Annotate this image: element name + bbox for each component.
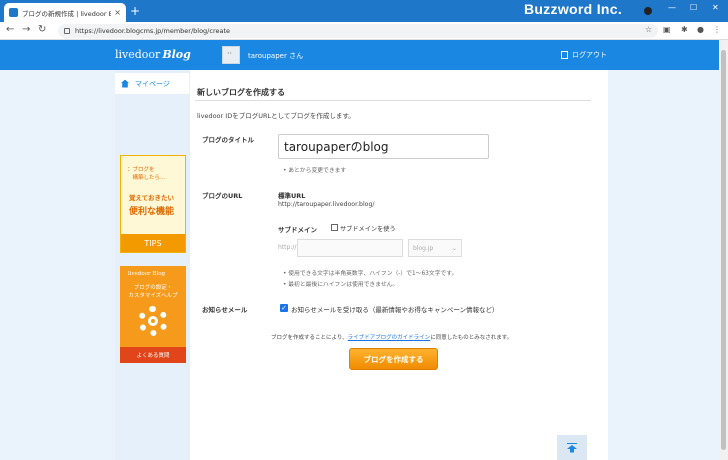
domain-select[interactable]: blog.jp ⌄	[408, 239, 462, 257]
logout-link[interactable]: ログアウト	[561, 50, 607, 60]
subdomain-label: サブドメイン	[278, 226, 317, 234]
blog-title-input[interactable]	[278, 134, 489, 159]
blog-url-label: ブログのURL	[202, 192, 243, 200]
logout-icon	[561, 51, 568, 59]
scroll-to-top-button[interactable]	[557, 435, 587, 460]
main-content	[190, 70, 608, 460]
close-window-button[interactable]: ✕	[712, 3, 719, 12]
browser-titlebar: ブログの新規作成 | livedoor Blog × + Buzzword In…	[0, 0, 728, 22]
home-icon	[121, 79, 129, 88]
extensions-icon[interactable]: ✱	[681, 25, 688, 34]
notify-checkbox-label[interactable]: お知らせメールを受け取る（最新情報やお得なキャンペーン情報など）	[291, 304, 499, 314]
tips-footer: TIPS	[121, 234, 185, 252]
maximize-button[interactable]: ☐	[690, 3, 697, 12]
new-tab-button[interactable]: +	[130, 4, 140, 18]
blog-title-label: ブログのタイトル	[202, 136, 254, 144]
browser-toolbar: ← → ↻ https://livedoor.blogcms.jp/member…	[0, 22, 728, 40]
domain-select-value: blog.jp	[413, 244, 434, 252]
profile-avatar-icon[interactable]: ●	[697, 25, 704, 34]
http-prefix: http://	[278, 244, 297, 251]
standard-url-label: 標準URL	[278, 192, 306, 200]
chevron-down-icon: ⌄	[451, 244, 457, 252]
blog-title-note: • あとから変更できます	[283, 168, 347, 174]
consent-suffix: に同意したものとみなされます。	[430, 335, 513, 341]
sidebar-item-mypage[interactable]: マイページ	[115, 73, 190, 94]
help-text: ブログの設定・ カスタマイズヘルプ	[128, 285, 178, 299]
subdomain-note-2: • 最初と最後にハイフンは使用できません。	[283, 282, 399, 288]
guideline-link[interactable]: ライブドアブログのガイドライン	[348, 335, 431, 341]
help-footer: よくある質問	[120, 347, 186, 363]
divider	[195, 100, 591, 101]
minimize-button[interactable]: —	[668, 3, 676, 12]
standard-url: http://taroupaper.livedoor.blog/	[278, 201, 375, 208]
screenshot-icon[interactable]: ▣	[663, 25, 671, 34]
username[interactable]: taroupaper さん	[248, 51, 303, 61]
browser-tab[interactable]: ブログの新規作成 | livedoor Blog ×	[4, 3, 126, 22]
address-bar[interactable]: https://livedoor.blogcms.jp/member/blog/…	[58, 24, 658, 38]
subdomain-note-1: • 使用できる文字は半角英数字、ハイフン（-）で1〜63文字です。	[283, 271, 458, 277]
back-icon[interactable]: ←	[6, 24, 14, 35]
tips-banner[interactable]: ：ブログを 構築したら… 覚えておきたい 便利な機能 TIPS	[120, 155, 186, 253]
tips-text-2: 覚えておきたい	[129, 194, 174, 202]
watermark: Buzzword Inc.	[524, 1, 623, 17]
close-tab-icon[interactable]: ×	[114, 8, 121, 17]
subdomain-checkbox-label[interactable]: サブドメインを使う	[340, 224, 396, 233]
help-logo: livedoor Blog	[128, 271, 166, 277]
arrow-up-icon	[567, 442, 577, 453]
scrollbar-thumb[interactable]	[721, 50, 726, 450]
tab-title: ブログの新規作成 | livedoor Blog	[22, 9, 112, 18]
sidebar-item-label: マイページ	[135, 79, 170, 88]
forward-icon[interactable]: →	[22, 24, 30, 35]
site-header: livedoorBlog taroupaper さん ログアウト	[0, 40, 728, 70]
subdomain-checkbox[interactable]	[331, 224, 338, 231]
page-title: 新しいブログを作成する	[197, 88, 285, 97]
consent-prefix: ブログを作成することにより、	[271, 335, 348, 341]
lock-icon	[64, 28, 70, 34]
tips-text-1: ：ブログを 構築したら…	[127, 167, 166, 181]
create-blog-button[interactable]: ブログを作成する	[349, 348, 438, 370]
reload-icon[interactable]: ↻	[38, 24, 46, 35]
logout-label: ログアウト	[572, 51, 607, 59]
gear-center	[148, 316, 158, 326]
site-logo[interactable]: livedoor Blog	[115, 48, 191, 61]
notify-checkbox[interactable]: ✓	[280, 304, 288, 312]
menu-icon[interactable]: ⋮	[713, 25, 721, 34]
sidebar	[115, 70, 190, 460]
help-banner[interactable]: livedoor Blog ブログの設定・ カスタマイズヘルプ よくある質問	[120, 266, 186, 363]
intro-text: livedoor IDをブログURLとしてブログを作成します。	[197, 112, 355, 120]
favicon-icon	[9, 8, 18, 17]
url-text: https://livedoor.blogcms.jp/member/blog/…	[75, 27, 231, 35]
avatar[interactable]	[222, 46, 240, 64]
notify-label: お知らせメール	[202, 306, 248, 314]
profile-icon[interactable]	[644, 7, 652, 15]
consent-text: ブログを作成することにより、ライブドアブログのガイドラインに同意したものとみなさ…	[271, 333, 512, 341]
tips-text-3: 便利な機能	[129, 207, 175, 217]
star-icon[interactable]: ☆	[645, 25, 652, 34]
subdomain-input[interactable]	[297, 239, 403, 257]
